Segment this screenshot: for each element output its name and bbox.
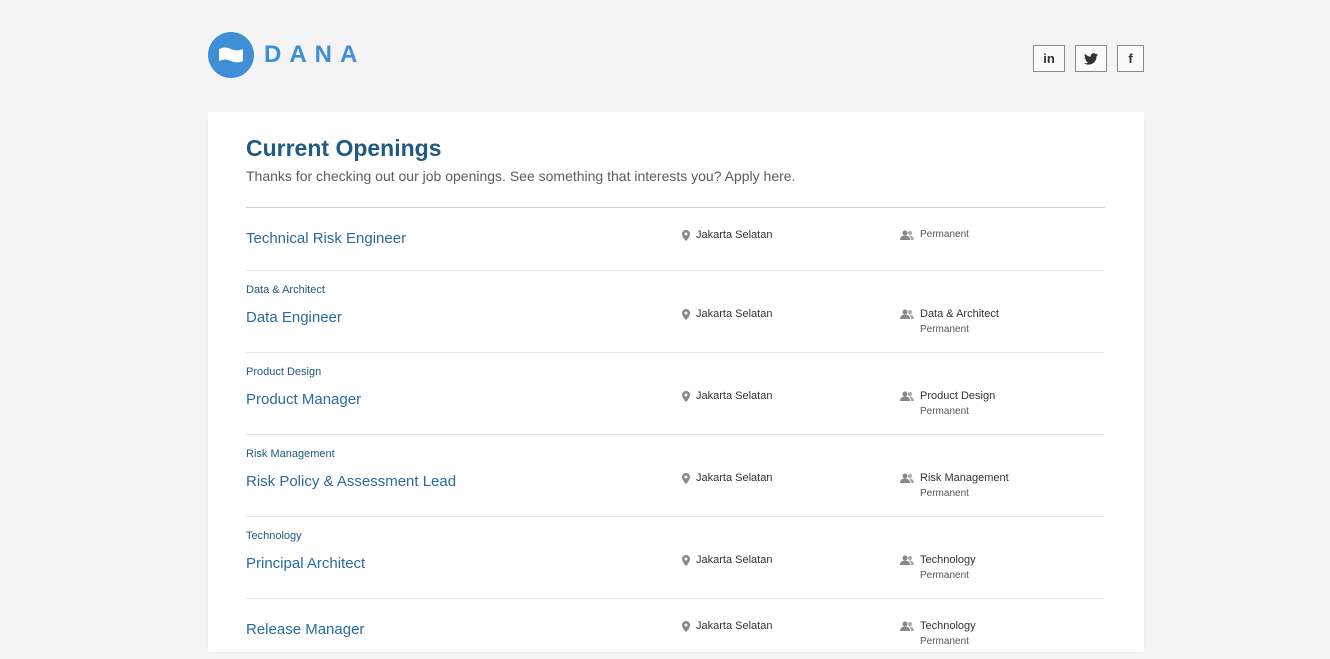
job-type: Permanent: [920, 229, 969, 240]
job-location-text: Jakarta Selatan: [696, 390, 773, 402]
twitter-icon: [1084, 52, 1098, 65]
job-row: Product Design Product Manager Jakarta S…: [246, 353, 1104, 435]
location-pin-icon: [682, 620, 690, 632]
facebook-icon: f: [1128, 51, 1133, 66]
job-location: Jakarta Selatan: [682, 620, 772, 632]
location-pin-icon: [682, 229, 690, 241]
job-location-text: Jakarta Selatan: [696, 554, 773, 566]
job-meta: Technology Permanent: [900, 554, 976, 581]
page-header: DANA in f: [208, 32, 1144, 82]
people-icon: [900, 230, 914, 240]
facebook-button[interactable]: f: [1117, 45, 1144, 72]
location-pin-icon: [682, 472, 690, 484]
job-team: Technology: [920, 620, 976, 632]
job-title-link[interactable]: Technical Risk Engineer: [246, 230, 406, 247]
job-row: Technical Risk Engineer Jakarta Selatan …: [246, 208, 1104, 271]
job-meta: Permanent: [900, 229, 969, 240]
people-icon: [900, 391, 914, 401]
job-type: Permanent: [920, 570, 969, 581]
job-department: Risk Management: [246, 448, 335, 460]
job-meta: Technology Permanent: [900, 620, 976, 647]
job-department: Product Design: [246, 366, 322, 378]
location-pin-icon: [682, 308, 690, 320]
people-icon: [900, 473, 914, 483]
job-department: Data & Architect: [246, 284, 325, 296]
job-location: Jakarta Selatan: [682, 554, 772, 566]
job-row: Data & Architect Data Engineer Jakarta S…: [246, 271, 1104, 353]
job-location: Jakarta Selatan: [682, 229, 772, 241]
job-type: Permanent: [920, 324, 969, 335]
job-meta: Product Design Permanent: [900, 390, 995, 417]
openings-card: Current Openings Thanks for checking out…: [208, 112, 1144, 652]
job-row: Technology Principal Architect Jakarta S…: [246, 517, 1104, 599]
page-title: Current Openings: [246, 135, 442, 161]
job-title-link[interactable]: Principal Architect: [246, 555, 365, 572]
twitter-button[interactable]: [1075, 45, 1107, 72]
job-team: Technology: [920, 554, 976, 566]
job-title-link[interactable]: Release Manager: [246, 621, 364, 638]
job-location-text: Jakarta Selatan: [696, 472, 773, 484]
job-department: Technology: [246, 530, 302, 542]
brand-name: DANA: [264, 41, 366, 68]
job-title-link[interactable]: Product Manager: [246, 391, 361, 408]
job-row: Release Manager Jakarta Selatan Technolo…: [246, 599, 1104, 659]
linkedin-icon: in: [1043, 51, 1055, 66]
location-pin-icon: [682, 554, 690, 566]
job-location: Jakarta Selatan: [682, 390, 772, 402]
location-pin-icon: [682, 390, 690, 402]
job-location-text: Jakarta Selatan: [696, 308, 773, 320]
linkedin-button[interactable]: in: [1033, 45, 1065, 72]
page-subtitle: Thanks for checking out our job openings…: [246, 168, 796, 184]
job-team: Product Design: [920, 390, 996, 402]
job-location: Jakarta Selatan: [682, 472, 772, 484]
dana-logo-icon: [208, 32, 254, 78]
job-meta: Data & Architect Permanent: [900, 308, 999, 335]
people-icon: [900, 555, 914, 565]
job-location: Jakarta Selatan: [682, 308, 772, 320]
people-icon: [900, 309, 914, 319]
job-location-text: Jakarta Selatan: [696, 620, 773, 632]
job-team: Data & Architect: [920, 308, 999, 320]
job-type: Permanent: [920, 406, 969, 417]
job-meta: Risk Management Permanent: [900, 472, 1009, 499]
social-links: in f: [1033, 45, 1144, 72]
people-icon: [900, 621, 914, 631]
job-type: Permanent: [920, 636, 969, 647]
job-team: Risk Management: [920, 472, 1009, 484]
job-type: Permanent: [920, 488, 969, 499]
job-title-link[interactable]: Risk Policy & Assessment Lead: [246, 473, 456, 490]
job-location-text: Jakarta Selatan: [696, 229, 773, 241]
job-title-link[interactable]: Data Engineer: [246, 309, 342, 326]
dana-logo[interactable]: DANA: [208, 32, 365, 78]
job-row: Risk Management Risk Policy & Assessment…: [246, 435, 1104, 517]
